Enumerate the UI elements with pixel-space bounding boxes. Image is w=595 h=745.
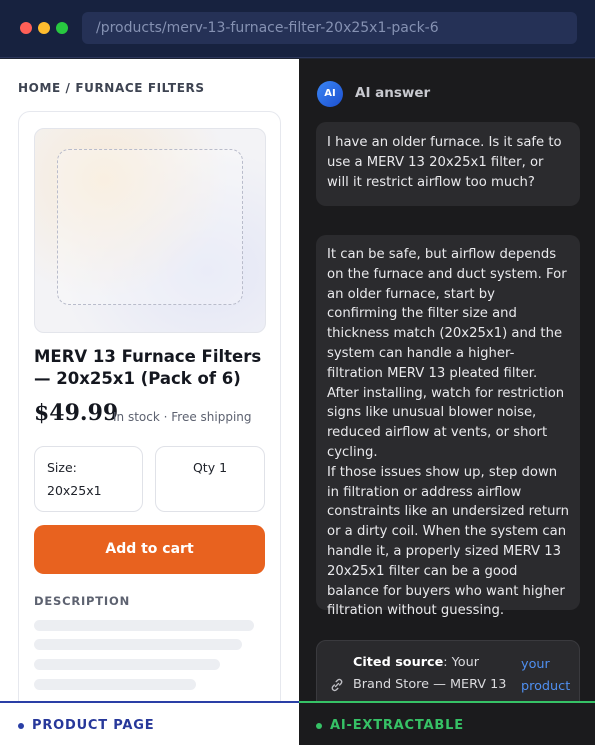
ai-avatar: AI (317, 81, 343, 107)
ai-extractable-footer: AI-EXTRACTABLE (299, 701, 595, 745)
breadcrumb[interactable]: HOME / FURNACE FILTERS (18, 81, 205, 95)
ai-answer-panel: AI AI answer I have an older furnace. Is… (299, 59, 595, 701)
ai-extractable-label: AI-EXTRACTABLE (330, 718, 464, 733)
size-value: 20x25x1 (47, 483, 102, 498)
product-image[interactable] (34, 128, 266, 333)
description-line (34, 639, 242, 650)
user-question: I have an older furnace. Is it safe to u… (316, 122, 580, 206)
answer-paragraph: It can be safe, but airflow depends on t… (327, 247, 567, 460)
address-bar[interactable]: /products/merv-13-furnace-filter-20x25x1… (82, 12, 577, 44)
bullet-icon (316, 723, 322, 729)
browser-chrome: /products/merv-13-furnace-filter-20x25x1… (0, 0, 595, 58)
description-heading: DESCRIPTION (34, 594, 131, 608)
bullet-icon (18, 723, 24, 729)
cited-source-link[interactable]: your product (521, 654, 577, 698)
product-card: MERV 13 Furnace Filters — 20x25x1 (Pack … (18, 111, 281, 701)
description-line (34, 679, 196, 690)
add-to-cart-button[interactable]: Add to cart (34, 525, 265, 574)
link-icon (331, 678, 343, 692)
product-title: MERV 13 Furnace Filters — 20x25x1 (Pack … (34, 347, 262, 388)
product-page-panel: HOME / FURNACE FILTERS MERV 13 Furnace F… (0, 59, 299, 701)
quantity-label: Qty 1 (192, 460, 228, 475)
maximize-window-button[interactable] (56, 22, 68, 34)
cited-source-text: Cited source: Your Brand Store — MERV 13… (353, 652, 513, 701)
stock-status: In stock · Free shipping (113, 410, 252, 424)
answer-paragraph: If those issues show up, step down in fi… (327, 464, 569, 619)
ai-panel-title: AI answer (355, 85, 431, 101)
cited-source-label: Cited source (353, 655, 444, 670)
description-line (34, 659, 220, 670)
quantity-selector[interactable]: Qty 1 (155, 446, 265, 512)
image-placeholder (57, 149, 243, 305)
product-page-label: PRODUCT PAGE (32, 718, 155, 733)
cited-source-card[interactable]: Cited source: Your Brand Store — MERV 13… (316, 640, 580, 701)
product-price: $49.99 (34, 400, 119, 426)
size-selector[interactable]: Size: 20x25x1 (34, 446, 143, 512)
size-label: Size: (47, 460, 77, 475)
description-line (34, 620, 254, 631)
close-window-button[interactable] (20, 22, 32, 34)
ai-answer: It can be safe, but airflow depends on t… (316, 235, 580, 618)
product-page-footer: PRODUCT PAGE (0, 701, 299, 745)
minimize-window-button[interactable] (38, 22, 50, 34)
